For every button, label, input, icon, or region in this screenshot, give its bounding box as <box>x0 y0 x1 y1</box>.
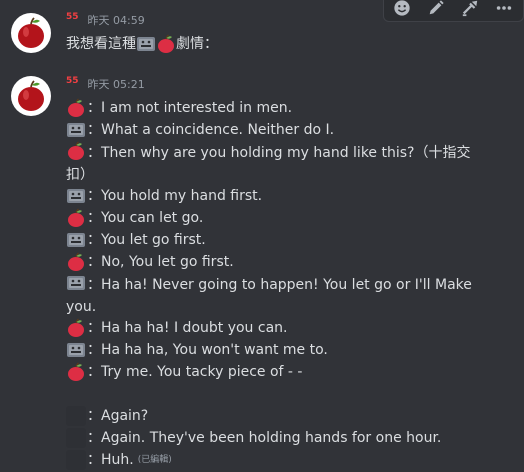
apple-emoji <box>66 252 86 272</box>
timestamp[interactable]: 昨天 04:59 <box>88 15 145 27</box>
apple-emoji <box>66 98 86 118</box>
add-reaction-button[interactable] <box>392 0 412 18</box>
message-line: 我想看這種 劇情： <box>66 33 218 55</box>
timestamp[interactable]: 昨天 05:21 <box>88 79 145 91</box>
robot-icon <box>67 123 85 137</box>
ghost-emoji <box>66 406 86 426</box>
robot-icon <box>67 276 85 290</box>
avatar[interactable] <box>11 76 51 116</box>
apple-emoji <box>66 141 86 161</box>
apple-icon <box>18 17 44 48</box>
more-icon <box>496 6 512 10</box>
dialogue-line: ：Again? <box>66 405 148 427</box>
robot-icon <box>137 37 155 51</box>
robot-emoji <box>66 186 86 206</box>
dialogue-line: ：Try me. You tacky piece of - - <box>66 361 302 383</box>
dialogue-line: ：Ha ha! Never going to happen! You let g… <box>66 273 486 318</box>
avatar[interactable] <box>11 13 51 53</box>
dialogue-text: ：What a coincidence. Neither do I. <box>87 122 335 138</box>
more-button[interactable] <box>494 0 514 18</box>
apple-icon <box>68 252 84 271</box>
edited-label: (已編輯) <box>137 455 172 465</box>
apple-emoji <box>66 318 86 338</box>
robot-emoji <box>66 340 86 360</box>
apple-icon <box>68 362 84 381</box>
message-actions-toolbar <box>383 0 524 22</box>
edit-button[interactable] <box>426 0 446 18</box>
dialogue-line: ：You can let go. <box>66 207 203 229</box>
dialogue-text: ：Then why are you holding my hand like t… <box>66 145 471 183</box>
dialogue-line: ：Ha ha ha! I doubt you can. <box>66 317 287 339</box>
dialogue-text: ：I am not interested in men. <box>87 100 293 116</box>
robot-icon <box>67 233 85 247</box>
forward-button[interactable] <box>460 0 480 18</box>
dialogue-text: ：You hold my hand first. <box>87 188 263 204</box>
ghost-emoji <box>66 450 86 470</box>
robot-icon <box>67 189 85 203</box>
robot-emoji <box>136 34 156 54</box>
dialogue-line: ：You let go first. <box>66 229 206 251</box>
dialogue-text: ：You let go first. <box>87 232 206 248</box>
apple-icon <box>68 208 84 227</box>
robot-emoji <box>66 230 86 250</box>
message-header: 55 昨天 04:59 <box>66 12 145 27</box>
dialogue-line: ：Ha ha ha, You won't want me to. <box>66 339 328 361</box>
ghost-emoji <box>66 428 86 448</box>
dialogue-line: ：I am not interested in men. <box>66 97 292 119</box>
dialogue-line: ：Huh. (已編輯) <box>66 449 172 471</box>
dialogue-text: ：Try me. You tacky piece of - - <box>87 364 303 380</box>
dialogue-line: ：What a coincidence. Neither do I. <box>66 119 334 141</box>
dialogue-text: ：You can let go. <box>87 210 204 226</box>
forward-icon <box>462 0 478 17</box>
message-text: 劇情： <box>176 36 218 52</box>
edit-icon <box>429 0 444 15</box>
robot-icon <box>67 343 85 357</box>
apple-icon <box>68 141 84 160</box>
dialogue-text: ：Again? <box>87 408 149 424</box>
apple-emoji <box>66 362 86 382</box>
dialogue-text: ：Huh. <box>87 452 134 468</box>
dialogue-text: ：No, You let go first. <box>87 254 234 270</box>
dialogue-text: ：Ha ha ha! I doubt you can. <box>87 320 288 336</box>
dialogue-text: ：Ha ha! Never going to happen! You let g… <box>66 277 472 315</box>
dialogue-text: ：Ha ha ha, You won't want me to. <box>87 342 328 358</box>
apple-icon <box>68 318 84 337</box>
apple-icon <box>158 34 174 53</box>
apple-icon <box>68 98 84 117</box>
apple-emoji <box>66 208 86 228</box>
message-header: 55 昨天 05:21 <box>66 76 145 91</box>
apple-emoji <box>156 34 176 54</box>
dialogue-line: ：You hold my hand first. <box>66 185 262 207</box>
dialogue-line: ：Again. They've been holding hands for o… <box>66 427 441 449</box>
robot-emoji <box>66 120 86 140</box>
apple-icon <box>18 80 44 111</box>
username[interactable]: 55 <box>66 76 79 86</box>
dialogue-line: ：Then why are you holding my hand like t… <box>66 141 486 186</box>
robot-emoji <box>66 273 86 293</box>
username[interactable]: 55 <box>66 12 79 22</box>
dialogue-line: ：No, You let go first. <box>66 251 234 273</box>
dialogue-text: ：Again. They've been holding hands for o… <box>87 430 442 446</box>
message-text: 我想看這種 <box>66 36 136 52</box>
add-reaction-icon <box>394 0 410 16</box>
